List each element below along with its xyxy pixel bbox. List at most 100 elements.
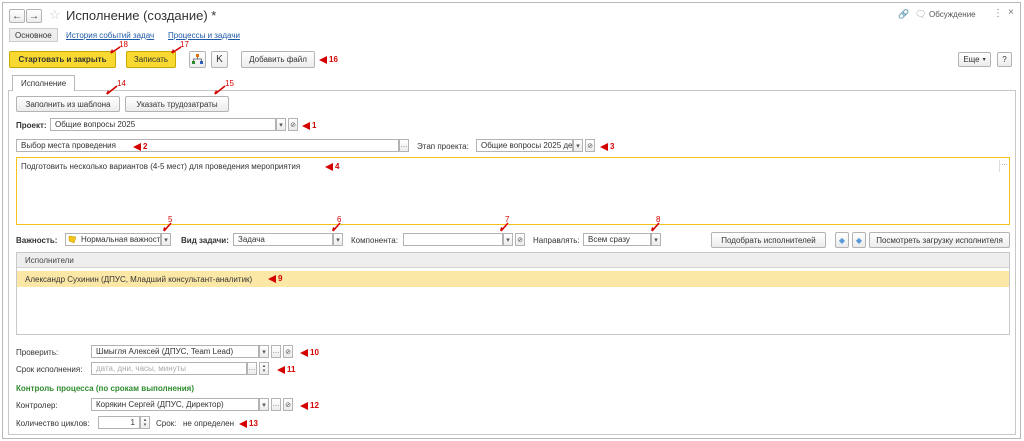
importance-label: Важность: (16, 236, 58, 245)
tab-execution[interactable]: Исполнение (12, 75, 76, 91)
marker-14: 14 (117, 79, 126, 88)
link-icon: ⊘ (285, 348, 291, 356)
project-stage-input[interactable]: Общие вопросы 2025 де (476, 139, 573, 152)
project-open-button[interactable]: ⊘ (288, 118, 298, 131)
add-file-button[interactable]: Добавить файл (241, 51, 315, 68)
marker-9: 9 (268, 274, 282, 283)
close-icon[interactable]: × (1008, 7, 1014, 18)
ellipsis-icon[interactable]: … (999, 160, 1009, 172)
pick-executors-button[interactable]: Подобрать исполнителей (711, 232, 826, 248)
controller-select-button[interactable]: … (271, 398, 281, 411)
labor-costs-button[interactable]: Указать трудозатраты (125, 96, 229, 112)
direct-input[interactable]: Всем сразу (583, 233, 651, 246)
direct-label: Направлять: (533, 236, 580, 245)
arrow-marker-icon (319, 55, 327, 64)
arrow-left-icon: ← (12, 10, 22, 22)
task-name-input[interactable]: Выбор места проведения (16, 139, 399, 152)
more-vertical-icon[interactable]: ⋮ (993, 8, 1003, 19)
marker-3-number: 3 (610, 142, 615, 151)
nav-tab-processes[interactable]: Процессы и задачи (168, 31, 240, 40)
marker-18-arrow-icon (110, 46, 121, 54)
chevron-down-icon: ▾ (262, 367, 266, 374)
marker-4-number: 4 (335, 162, 340, 171)
link-icon: ⊘ (587, 142, 593, 150)
marker-3: 3 (600, 142, 614, 151)
discussion-link[interactable]: Обсуждение (929, 10, 976, 19)
direct-dropdown-button[interactable]: ▾ (651, 233, 661, 246)
task-type-dropdown-button[interactable]: ▾ (333, 233, 343, 246)
controller-input[interactable]: Корякин Сергей (ДПУС, Директор) (91, 398, 259, 411)
importance-dropdown-button[interactable]: ▾ (161, 233, 171, 246)
table-header: Исполнители (17, 253, 1009, 268)
project-input[interactable]: Общие вопросы 2025 (50, 118, 276, 131)
arrow-marker-icon (600, 142, 608, 151)
nav-tab-history[interactable]: История событий задач (66, 31, 154, 40)
chevron-down-icon: ▾ (262, 401, 266, 409)
component-open-button[interactable]: ⊘ (515, 233, 525, 246)
marker-12: 12 (300, 401, 319, 410)
more-button[interactable]: Еще ▾ (958, 52, 991, 67)
check-select-button[interactable]: … (271, 345, 281, 358)
controller-open-button[interactable]: ⊘ (283, 398, 293, 411)
marker-6-arrow-icon (332, 222, 341, 232)
back-button[interactable]: ← (9, 9, 25, 23)
start-close-button[interactable]: Стартовать и закрыть (9, 51, 116, 68)
marker-1: 1 (302, 121, 316, 130)
discussion-icon: 🗨 (915, 9, 927, 19)
project-stage-dropdown-button[interactable]: ▾ (573, 139, 583, 152)
link-icon[interactable]: 🔗 (898, 9, 909, 20)
component-input[interactable] (403, 233, 503, 246)
arrow-marker-icon (133, 142, 141, 151)
cycles-stepper[interactable]: ▴ ▾ (140, 416, 150, 429)
component-dropdown-button[interactable]: ▾ (503, 233, 513, 246)
chevron-down-icon: ▾ (654, 236, 658, 244)
cycles-input[interactable]: 1 (98, 416, 140, 429)
arrow-marker-icon (325, 162, 333, 171)
description-textarea[interactable]: Подготовить несколько вариантов (4-5 мес… (16, 157, 1010, 225)
diamond-icon: ◆ (855, 235, 863, 245)
view-load-button[interactable]: Посмотреть загрузку исполнителя (869, 232, 1010, 248)
importance-input[interactable]: Нормальная важност (65, 233, 161, 246)
cycles-label: Количество циклов: (16, 419, 90, 428)
project-dropdown-button[interactable]: ▾ (276, 118, 286, 131)
controller-dropdown-button[interactable]: ▾ (259, 398, 269, 411)
marker-13-number: 13 (249, 419, 258, 428)
control-section-title: Контроль процесса (по срокам выполнения) (16, 384, 194, 393)
project-stage-open-button[interactable]: ⊘ (585, 139, 595, 152)
hierarchy-button[interactable] (189, 51, 206, 68)
check-dropdown-button[interactable]: ▾ (259, 345, 269, 358)
table-header-executors: Исполнители (25, 256, 74, 265)
ellipsis-icon: … (400, 142, 408, 149)
table-row[interactable]: Александр Сухинин (ДПУС, Младший консуль… (17, 271, 1009, 287)
diamond-button-2[interactable]: ◆ (852, 232, 866, 248)
fill-template-button[interactable]: Заполнить из шаблона (16, 96, 120, 112)
chevron-down-icon: ▾ (143, 421, 147, 428)
deadline-select-button[interactable]: … (247, 362, 257, 375)
check-label: Проверить: (16, 348, 59, 357)
arrow-marker-icon (302, 121, 310, 130)
star-icon[interactable]: ☆ (49, 7, 61, 23)
arrow-marker-icon (239, 419, 247, 428)
task-type-input[interactable]: Задача (233, 233, 333, 246)
check-input[interactable]: Шмыгля Алексей (ДПУС, Team Lead) (91, 345, 259, 358)
forward-button[interactable]: → (26, 9, 42, 23)
project-label: Проект: (16, 121, 47, 130)
deadline-stepper[interactable]: ▴ ▾ (259, 362, 269, 375)
window-title: Исполнение (создание) * (66, 8, 217, 23)
ellipsis-icon: … (272, 401, 280, 408)
marker-17-arrow-icon (171, 46, 182, 54)
chevron-down-icon: ▾ (279, 121, 283, 129)
deadline-input[interactable]: дата, дни, часы, минуты (91, 362, 247, 375)
task-name-select-button[interactable]: … (399, 139, 409, 152)
marker-15: 15 (225, 79, 234, 88)
link-icon: ⊘ (285, 401, 291, 409)
k-button[interactable]: K (211, 51, 228, 68)
marker-12-number: 12 (310, 401, 319, 410)
check-open-button[interactable]: ⊘ (283, 345, 293, 358)
diamond-button-1[interactable]: ◆ (835, 232, 849, 248)
nav-tab-main[interactable]: Основное (9, 28, 58, 42)
link-icon: ⊘ (290, 121, 296, 129)
marker-10: 10 (300, 348, 319, 357)
ellipsis-icon: … (248, 365, 256, 372)
help-button[interactable]: ? (997, 52, 1012, 67)
